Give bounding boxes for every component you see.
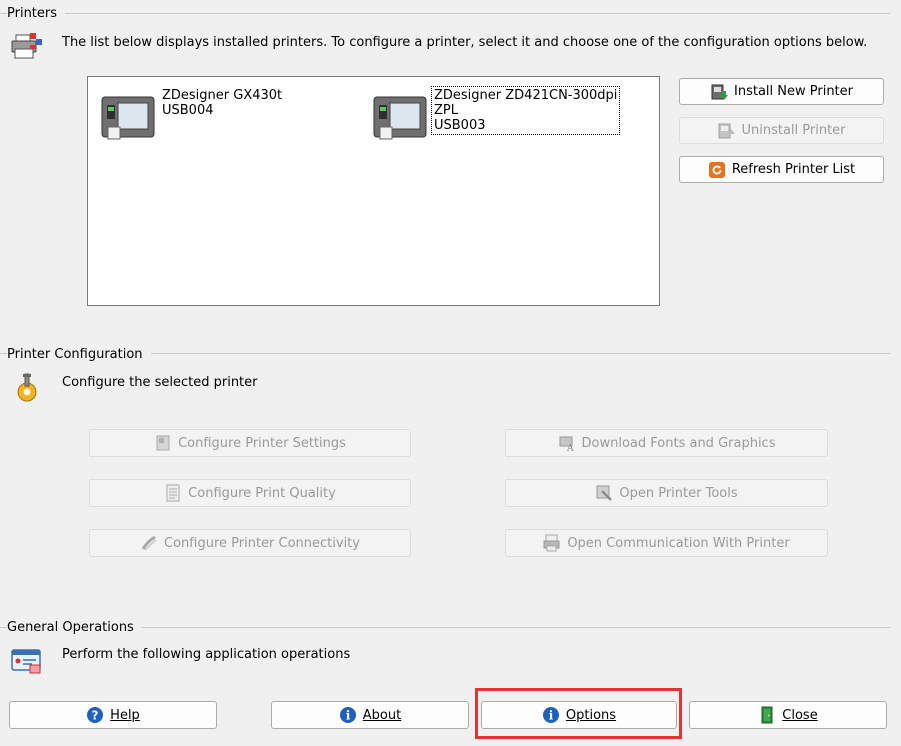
close-button[interactable]: Close — [689, 701, 887, 729]
options-label: Options — [565, 707, 617, 723]
uninstall-printer-label: Uninstall Printer — [741, 123, 846, 138]
settings-document-icon — [156, 435, 170, 451]
printer-network-icon — [11, 33, 42, 59]
printer-item-gx430t[interactable]: ZDesigner GX430t USB004 — [98, 87, 284, 149]
printers-group-title: Printers — [7, 6, 66, 21]
info-icon: i — [542, 707, 559, 723]
info-icon: i — [339, 707, 356, 723]
printer-item-zd421cn[interactable]: ZDesigner ZD421CN-300dpi ZPL USB003 — [370, 86, 621, 149]
configure-print-quality-button[interactable]: Configure Print Quality — [89, 479, 411, 507]
refresh-icon — [708, 161, 725, 178]
about-label: About — [362, 707, 402, 723]
printers-description: The list below displays installed printe… — [62, 35, 868, 50]
help-button[interactable]: ? Help — [9, 701, 217, 729]
printer-port: USB004 — [162, 103, 214, 118]
configure-gear-icon — [17, 373, 37, 402]
configure-print-quality-label: Configure Print Quality — [188, 485, 336, 501]
printer-name: ZDesigner ZD421CN-300dpi — [434, 88, 618, 103]
refresh-printer-list-button[interactable]: Refresh Printer List — [679, 156, 884, 183]
options-button[interactable]: i Options — [481, 701, 677, 729]
printer-list[interactable]: ZDesigner GX430t USB004 ZDesigner ZD421C… — [87, 76, 660, 306]
config-description: Configure the selected printer — [62, 375, 258, 390]
printer-port: USB003 — [434, 118, 486, 133]
download-fonts-graphics-button[interactable]: A Download Fonts and Graphics — [505, 429, 828, 457]
open-printer-tools-button[interactable]: Open Printer Tools — [505, 479, 828, 507]
configure-printer-connectivity-button[interactable]: Configure Printer Connectivity — [89, 529, 411, 557]
printer-language: ZPL — [434, 103, 458, 118]
print-quality-icon — [166, 484, 180, 502]
printer-name: ZDesigner GX430t — [162, 88, 283, 103]
general-description: Perform the following application operat… — [62, 647, 351, 662]
open-communication-button[interactable]: Open Communication With Printer — [505, 529, 828, 557]
configure-printer-connectivity-label: Configure Printer Connectivity — [164, 535, 360, 551]
printers-group-divider — [0, 13, 890, 14]
communication-printer-icon — [543, 534, 560, 552]
exit-door-icon — [761, 706, 773, 724]
install-printer-icon — [711, 84, 728, 100]
printer-tools-icon — [596, 485, 613, 501]
svg-text:?: ? — [92, 709, 99, 723]
svg-text:i: i — [346, 709, 351, 723]
general-group-title: General Operations — [7, 620, 142, 635]
close-label: Close — [782, 707, 818, 723]
install-new-printer-label: Install New Printer — [734, 84, 853, 99]
config-group-title: Printer Configuration — [7, 347, 151, 362]
printer-device-icon — [101, 96, 155, 140]
application-operations-icon — [11, 649, 41, 674]
help-icon: ? — [87, 707, 104, 723]
svg-text:A: A — [566, 444, 574, 452]
refresh-printer-list-label: Refresh Printer List — [731, 162, 856, 177]
connectivity-icon — [141, 535, 157, 551]
install-new-printer-button[interactable]: Install New Printer — [679, 78, 884, 105]
uninstall-printer-button[interactable]: Uninstall Printer — [679, 117, 884, 144]
configure-printer-settings-button[interactable]: Configure Printer Settings — [89, 429, 411, 457]
help-label: Help — [110, 707, 140, 723]
about-button[interactable]: i About — [271, 701, 469, 729]
open-printer-tools-label: Open Printer Tools — [619, 485, 738, 501]
font-download-icon: A — [559, 436, 574, 452]
svg-text:i: i — [549, 709, 554, 723]
open-communication-label: Open Communication With Printer — [567, 535, 790, 551]
download-fonts-graphics-label: Download Fonts and Graphics — [581, 435, 776, 451]
uninstall-printer-icon — [718, 123, 736, 138]
configure-printer-settings-label: Configure Printer Settings — [178, 435, 346, 451]
printer-device-icon — [373, 96, 427, 140]
